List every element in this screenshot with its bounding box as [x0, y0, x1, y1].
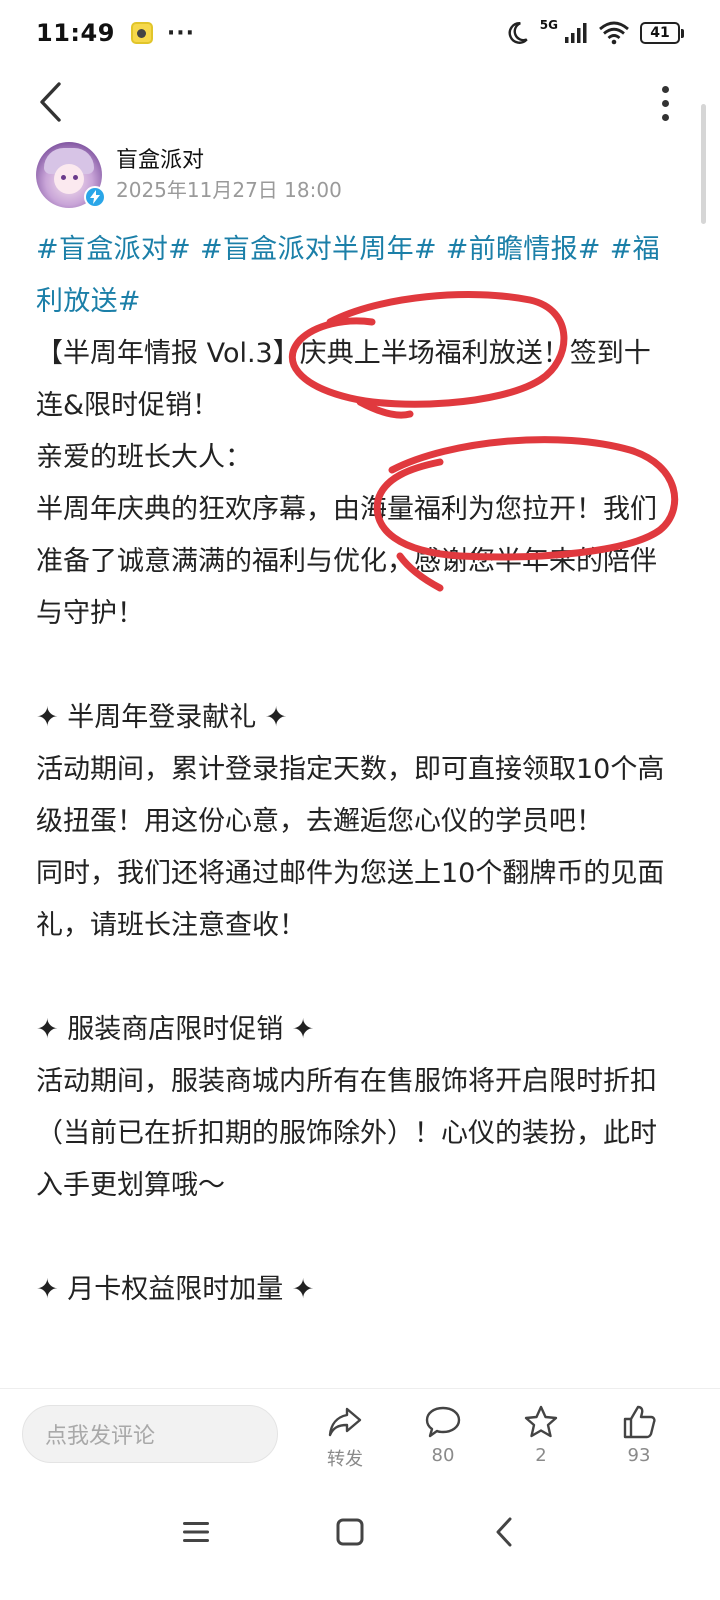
favorite-button[interactable]: 2	[506, 1403, 576, 1473]
greeting: 亲爱的班长大人：	[36, 442, 252, 473]
topic-tag[interactable]: #盲盒派对半周年#	[200, 234, 446, 265]
author-name[interactable]: 盲盒派对	[116, 146, 342, 176]
verified-icon	[84, 186, 106, 208]
nav-back-icon	[496, 1517, 512, 1547]
topic-tags: #盲盒派对# #盲盒派对半周年# #前瞻情报# #福利放送#	[36, 224, 676, 328]
star-icon	[524, 1405, 558, 1438]
section-heading: ✦ 月卡权益限时加量 ✦	[36, 1274, 315, 1305]
home-button[interactable]	[320, 1502, 380, 1562]
nav-back-button[interactable]	[474, 1502, 534, 1562]
status-more-icon: ···	[166, 20, 195, 46]
comment-button[interactable]: 80	[408, 1403, 478, 1473]
post-body: #盲盒派对# #盲盒派对半周年# #前瞻情报# #福利放送# 【半周年情报 Vo…	[36, 224, 676, 1316]
topic-tag[interactable]: #盲盒派对#	[36, 234, 200, 265]
comment-icon	[425, 1406, 461, 1438]
top-nav	[0, 70, 720, 136]
network-type: 5G	[539, 18, 558, 32]
paragraph: 同时，我们还将通过邮件为您送上10个翻牌币的见面礼，请班长注意查收！	[36, 858, 665, 941]
favorite-count: 2	[535, 1445, 547, 1466]
more-vertical-icon[interactable]	[650, 80, 680, 126]
signal-icon	[565, 23, 587, 43]
like-count: 93	[627, 1445, 651, 1466]
intro-paragraph: 半周年庆典的狂欢序幕，由海量福利为您拉开！我们准备了诚意满满的福利与优化，感谢您…	[36, 494, 657, 629]
battery-level: 41	[650, 25, 670, 41]
system-nav-bar	[0, 1480, 720, 1600]
battery-icon: 41	[640, 22, 684, 44]
author-info: 盲盒派对 2025年11月27日 18:00	[116, 146, 342, 204]
post-title: 【半周年情报 Vol.3】庆典上半场福利放送！签到十连&限时促销！	[36, 338, 651, 421]
screen: 11:49 ··· 5G 41 盲盒派对 2025年11月27日 18:00 #…	[0, 0, 720, 1600]
paragraph: 活动期间，累计登录指定天数，即可直接领取10个高级扭蛋！用这份心意，去邂逅您心仪…	[36, 754, 665, 837]
moon-icon	[508, 22, 528, 44]
avatar[interactable]	[36, 142, 106, 208]
menu-icon	[183, 1522, 209, 1542]
like-icon	[623, 1405, 656, 1439]
share-button[interactable]: 转发	[310, 1403, 380, 1473]
status-time: 11:49	[36, 19, 115, 47]
comment-count: 80	[431, 1445, 455, 1466]
paragraph: 活动期间，服装商城内所有在售服饰将开启限时折扣（当前已在折扣期的服饰除外）！心仪…	[36, 1066, 657, 1201]
section-heading: ✦ 半周年登录献礼 ✦	[36, 702, 288, 733]
bottom-action-bar: 点我发评论 转发 80 2 93	[0, 1388, 720, 1480]
wifi-icon	[599, 21, 629, 45]
author-header: 盲盒派对 2025年11月27日 18:00	[36, 140, 342, 210]
status-bar: 11:49 ··· 5G 41	[0, 0, 720, 66]
back-icon	[40, 82, 61, 122]
comment-input[interactable]: 点我发评论	[22, 1405, 278, 1463]
home-icon	[336, 1518, 364, 1546]
status-right: 5G 41	[504, 18, 684, 46]
post-time: 2025年11月27日 18:00	[116, 178, 342, 202]
menu-button[interactable]	[166, 1502, 226, 1562]
notification-app-icon	[130, 22, 153, 44]
scrollbar[interactable]	[701, 104, 706, 224]
like-button[interactable]: 93	[604, 1403, 674, 1473]
back-button[interactable]	[30, 78, 70, 126]
topic-tag[interactable]: #前瞻情报#	[446, 234, 610, 265]
section-heading: ✦ 服装商店限时促销 ✦	[36, 1014, 315, 1045]
share-label: 转发	[327, 1449, 363, 1470]
share-icon	[328, 1407, 362, 1437]
